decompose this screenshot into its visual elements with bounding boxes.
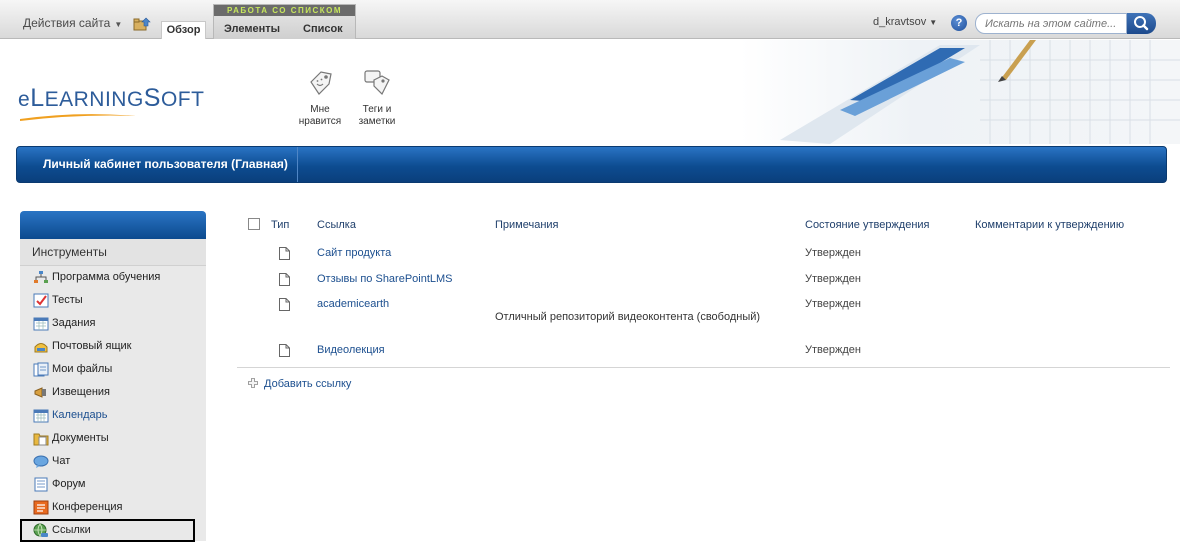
table-divider [237, 367, 1170, 368]
list-tools-context-group: РАБОТА СО СПИСКОМ Элементы Список [213, 4, 356, 39]
sidebar-item-my-files[interactable]: Мои файлы [20, 358, 206, 381]
select-all-checkbox[interactable] [248, 218, 260, 230]
sidebar-item-label: Мои файлы [52, 363, 113, 375]
sidebar-header-bar [20, 211, 206, 239]
site-actions-label: Действия сайта [23, 16, 111, 30]
like-label-2: нравится [298, 116, 342, 127]
sidebar-item-label: Извещения [52, 386, 111, 398]
link-cell[interactable]: Отзывы по SharePointLMS [317, 273, 453, 285]
document-icon [279, 298, 290, 311]
sidebar-item-label: Почтовый ящик [52, 340, 132, 352]
sidebar-item-chat[interactable]: Чат [20, 450, 206, 473]
search-icon [1134, 16, 1149, 31]
sidebar-item-label: Чат [52, 455, 71, 467]
site-header: eLEARNINGSOFT Мне нравится Теги и заметк… [0, 40, 1180, 144]
tab-overview[interactable]: Обзор [161, 21, 206, 39]
header-decoration-image [740, 40, 1180, 144]
test-icon [33, 293, 49, 308]
chevron-down-icon: ▼ [114, 20, 123, 29]
documents-icon [33, 433, 49, 446]
help-icon[interactable]: ? [951, 15, 967, 31]
status-cell: Утвержден [805, 247, 861, 259]
sidebar-item-mailbox[interactable]: Почтовый ящик [20, 335, 206, 358]
link-cell[interactable]: Видеолекция [317, 344, 385, 356]
chevron-down-icon: ▼ [929, 18, 938, 27]
sidebar-item-conference[interactable]: Конференция [20, 496, 206, 519]
sidebar-item-label: Ссылки [52, 524, 91, 536]
sidebar-item-label: Тесты [52, 294, 83, 306]
sidebar-item-label: Задания [52, 317, 96, 329]
document-icon [279, 247, 290, 260]
user-menu[interactable]: d_kravtsov ▼ [873, 16, 937, 28]
like-tag-icon [310, 71, 332, 95]
logo-swoosh-icon [20, 114, 136, 121]
tasks-icon [33, 317, 49, 331]
column-header-link[interactable]: Ссылка [317, 219, 356, 231]
column-header-type[interactable]: Тип [271, 219, 289, 231]
files-icon [33, 362, 49, 377]
search-button[interactable] [1127, 13, 1156, 34]
sidebar-item-links[interactable]: Ссылки [20, 519, 195, 542]
tab-items[interactable]: Элементы [224, 23, 280, 35]
column-header-approval-comments[interactable]: Комментарии к утверждению [975, 219, 1124, 231]
forum-icon [34, 477, 48, 492]
conference-icon [33, 500, 49, 515]
sidebar-item-label: Форум [52, 478, 86, 490]
site-logo[interactable]: eLEARNINGSOFT [18, 84, 204, 113]
site-actions-menu[interactable]: Действия сайта ▼ [23, 16, 122, 30]
notes-cell: Отличный репозиторий видеоконтента (своб… [495, 311, 761, 323]
ribbon-bar: Действия сайта ▼ Обзор РАБОТА СО СПИСКОМ … [0, 0, 1180, 39]
tags-label-1: Теги и [362, 104, 392, 115]
like-label-1: Мне [310, 104, 330, 115]
sidebar-item-tasks[interactable]: Задания [20, 312, 206, 335]
link-cell[interactable]: academicearth [317, 298, 389, 310]
sidebar-item-label: Календарь [52, 409, 108, 421]
mailbox-icon [34, 343, 48, 353]
sidebar-section-title: Инструменты [20, 239, 206, 266]
column-header-approval-status[interactable]: Состояние утверждения [805, 219, 930, 231]
sidebar-item-calendar[interactable]: Календарь [20, 404, 206, 427]
context-group-label: РАБОТА СО СПИСКОМ [214, 5, 355, 16]
add-plus-icon [248, 378, 258, 388]
sidebar-item-tests[interactable]: Тесты [20, 289, 206, 312]
chat-icon [33, 455, 49, 468]
tab-list[interactable]: Список [303, 23, 343, 35]
column-header-notes[interactable]: Примечания [495, 219, 559, 231]
add-link-label: Добавить ссылку [264, 378, 352, 390]
sidebar-item-label: Документы [52, 432, 109, 444]
sidebar-item-documents[interactable]: Документы [20, 427, 206, 450]
status-cell: Утвержден [805, 344, 861, 356]
tags-notes-icon [364, 70, 390, 96]
sidebar-item-label: Конференция [52, 501, 123, 513]
sidebar-item-learning-program[interactable]: Программа обучения [20, 266, 206, 289]
status-cell: Утвержден [805, 273, 861, 285]
document-icon [279, 344, 290, 357]
sidebar-item-label: Программа обучения [52, 271, 161, 283]
user-name: d_kravtsov [873, 16, 927, 28]
page-title-bar: Личный кабинет пользователя (Главная) [16, 146, 1167, 183]
search-input[interactable] [975, 13, 1127, 34]
add-link-button[interactable]: Добавить ссылку [248, 378, 351, 390]
sidebar-item-forum[interactable]: Форум [20, 473, 206, 496]
tags-label-2: заметки [358, 116, 396, 127]
tools-sidebar: Инструменты Программа обучения Тесты Зад… [20, 211, 206, 542]
like-button[interactable]: Мне нравится [290, 68, 350, 128]
tags-notes-button[interactable]: Теги и заметки [347, 68, 407, 128]
org-chart-icon [34, 271, 48, 283]
sidebar-item-announcements[interactable]: Извещения [20, 381, 206, 404]
document-icon [279, 273, 290, 286]
links-globe-icon [33, 523, 48, 537]
navigate-up-icon[interactable] [133, 17, 151, 31]
megaphone-icon [34, 387, 46, 398]
link-cell[interactable]: Сайт продукта [317, 247, 391, 259]
status-cell: Утвержден [805, 298, 861, 310]
calendar-icon [33, 409, 49, 423]
page-title[interactable]: Личный кабинет пользователя (Главная) [17, 147, 298, 182]
